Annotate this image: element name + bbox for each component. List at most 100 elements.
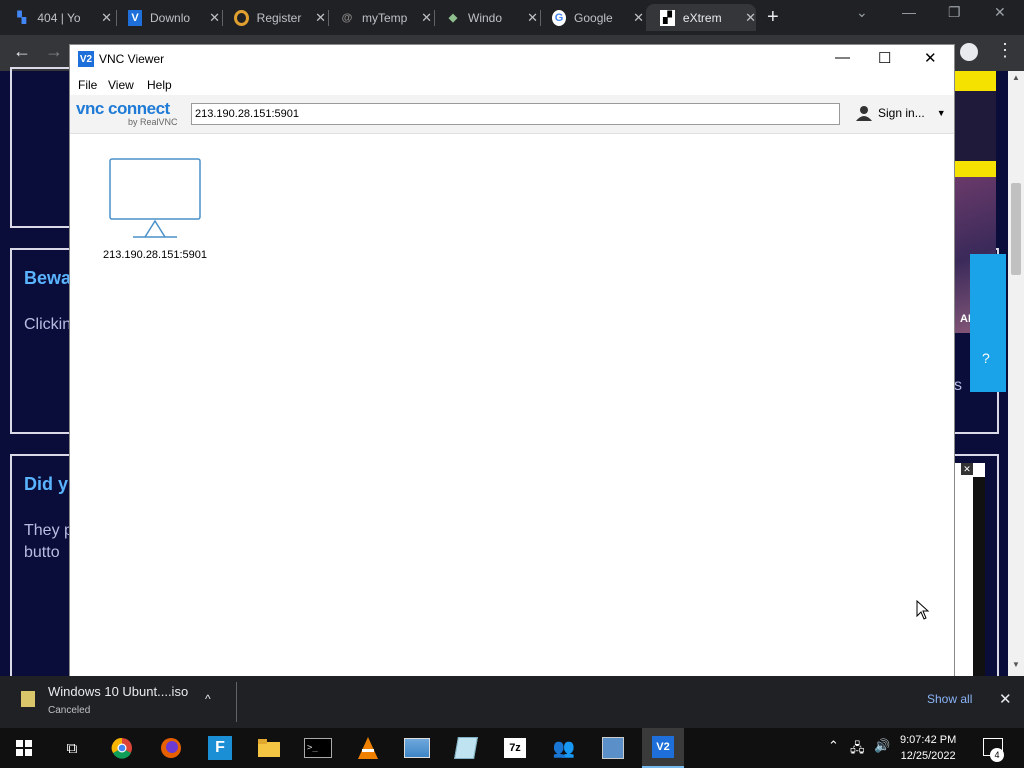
file-explorer-icon[interactable] [251, 728, 287, 768]
brand-main: vnc connect [76, 99, 170, 118]
brand-sub: by RealVNC [128, 117, 178, 127]
minimize-icon[interactable]: — [902, 4, 916, 20]
close-icon[interactable]: ✕ [745, 10, 756, 26]
vnc-connect-logo: vnc connect by RealVNC [76, 99, 178, 127]
tab-title: Google [574, 10, 613, 25]
forward-arrow-icon[interactable]: → [45, 41, 63, 62]
notepad-icon[interactable] [448, 728, 484, 768]
mouse-cursor-icon [916, 600, 930, 620]
connection-label: 213.190.28.151:5901 [103, 249, 207, 261]
connection-tile[interactable]: 213.190.28.151:5901 [100, 158, 210, 261]
taskbar-clock[interactable]: 9:07:42 PM 12/25/2022 [900, 732, 956, 764]
card-text-line: butto [24, 544, 60, 561]
window-titlebar[interactable]: V2 VNC Viewer — ☐ ✕ [70, 45, 954, 73]
task-view-icon[interactable]: ⧉ [54, 728, 90, 768]
card-heading: Did y [24, 474, 69, 494]
tray-chevron-icon[interactable]: ⌃ [828, 738, 839, 754]
show-all-link[interactable]: Show all [927, 692, 972, 706]
download-divider [236, 682, 237, 722]
menu-bar: File View Help [70, 75, 954, 95]
close-icon[interactable]: ✕ [633, 10, 644, 26]
ad-dark-strip [973, 477, 985, 676]
close-icon[interactable]: ✕ [924, 49, 937, 67]
partial-text: s [954, 377, 962, 394]
close-download-bar-icon[interactable]: ✕ [999, 690, 1012, 708]
firefox-icon[interactable] [153, 728, 189, 768]
users-icon[interactable]: 👥 [546, 728, 582, 768]
close-icon[interactable]: ✕ [421, 10, 432, 26]
tab-google[interactable]: G Google ✕ [538, 4, 644, 31]
sign-in-button[interactable]: Sign in... ▼ [856, 105, 946, 121]
menu-view[interactable]: View [108, 78, 134, 92]
kebab-menu-icon[interactable]: ⋮ [996, 40, 1014, 61]
colored-circle-favicon-icon [234, 9, 249, 26]
network-icon[interactable]: 🖧 [850, 739, 865, 761]
yellow-banner [954, 71, 996, 91]
feedback-tab[interactable]: ? [970, 254, 1006, 392]
scroll-up-icon[interactable]: ▲ [1012, 73, 1020, 82]
tab-title: myTemp [362, 10, 408, 25]
close-window-icon[interactable]: ✕ [994, 4, 1006, 21]
tab-title: Windo [468, 10, 503, 25]
vnc-viewer-taskbar-icon[interactable]: V2 [642, 728, 684, 768]
address-bar-area: vnc connect by RealVNC Sign in... ▼ [70, 95, 954, 134]
profile-avatar-icon[interactable] [960, 43, 978, 61]
tab-register[interactable]: Register ✕ [220, 4, 326, 31]
vnc-viewer-window: V2 VNC Viewer — ☐ ✕ File View Help vnc c… [70, 45, 954, 676]
monitor-icon [109, 158, 201, 238]
image-viewer-icon[interactable] [399, 728, 435, 768]
minimize-icon[interactable]: — [835, 49, 850, 66]
close-icon[interactable]: ✕ [527, 10, 538, 26]
clock-date: 12/25/2022 [900, 750, 956, 762]
shell-favicon-icon: ◆ [448, 12, 458, 24]
tab-title: eXtrem [682, 10, 722, 25]
content-card [10, 67, 72, 228]
notification-count-badge: 4 [990, 748, 1004, 762]
back-arrow-icon[interactable]: ← [13, 41, 31, 62]
close-icon[interactable]: ✕ [315, 10, 326, 26]
checkered-favicon-icon: ▞ [660, 9, 675, 26]
page-scrollbar[interactable]: ▲ ▼ [1008, 71, 1024, 676]
vnc-favicon-icon: V [128, 9, 143, 26]
terminal-icon[interactable]: >_ [300, 728, 336, 768]
yellow-banner [954, 161, 996, 177]
close-icon[interactable]: ✕ [209, 10, 220, 26]
tab-download[interactable]: V Downlo ✕ [114, 4, 220, 31]
download-file-name[interactable]: Windows 10 Ubunt....iso [48, 684, 188, 699]
dropdown-caret-icon: ▼ [936, 108, 946, 118]
volume-icon[interactable]: 🔊 [874, 738, 890, 754]
mail-favicon-icon: @ [341, 11, 353, 24]
address-input[interactable] [191, 103, 840, 125]
tab-title: 404 | Yo [37, 10, 81, 25]
tab-search-chevron-icon[interactable]: ⌄ [856, 4, 868, 21]
windows-start-icon[interactable] [6, 728, 42, 768]
window-title: VNC Viewer [99, 52, 165, 66]
close-ad-icon[interactable]: ✕ [961, 463, 973, 475]
tab-windows[interactable]: ◆ Windo ✕ [432, 4, 538, 31]
clock-time: 9:07:42 PM [900, 734, 957, 746]
vlc-icon[interactable] [350, 728, 386, 768]
restore-icon[interactable]: ❐ [948, 4, 961, 21]
maximize-icon[interactable]: ☐ [878, 49, 891, 67]
google-favicon-icon: G [552, 9, 567, 26]
tab-mytemp[interactable]: @ myTemp ✕ [326, 4, 432, 31]
7zip-icon[interactable]: 7z [497, 728, 533, 768]
tab-title: Downlo [150, 10, 191, 25]
download-status: Canceled [48, 705, 91, 716]
card-text: Clickin [24, 316, 72, 333]
menu-file[interactable]: File [78, 78, 97, 92]
flashpoint-icon[interactable]: F [202, 728, 238, 768]
tab-404[interactable]: ▚ 404 | Yo ✕ [0, 4, 112, 31]
scroll-down-icon[interactable]: ▼ [1012, 660, 1020, 669]
page-favicon-icon: ▚ [17, 12, 26, 24]
menu-help[interactable]: Help [147, 78, 172, 92]
tab-extreme[interactable]: ▞ eXtrem ✕ [646, 4, 756, 31]
close-icon[interactable]: ✕ [101, 10, 112, 26]
new-tab-plus-icon[interactable]: + [767, 6, 779, 29]
chevron-up-icon[interactable]: ^ [205, 692, 211, 706]
tab-title: Register [256, 10, 302, 25]
card-text-line: They p [24, 522, 73, 539]
scrollbar-thumb[interactable] [1011, 183, 1021, 275]
chrome-icon[interactable] [104, 728, 140, 768]
installer-icon[interactable] [595, 728, 631, 768]
